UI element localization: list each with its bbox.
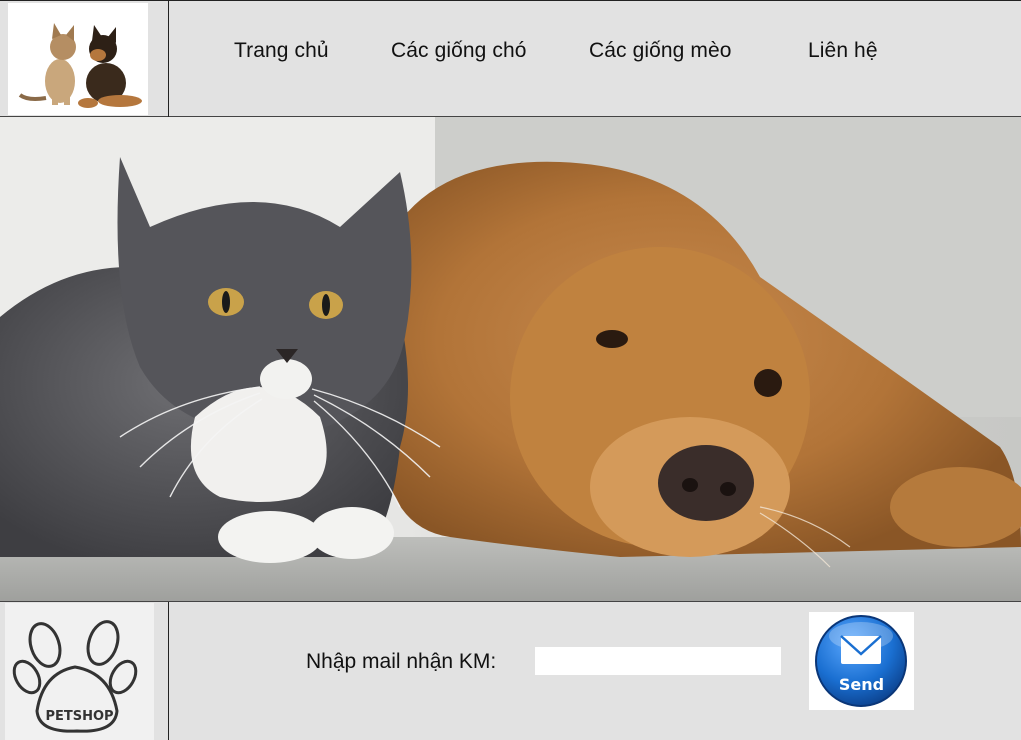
mail-label: Nhập mail nhận KM: [306,650,497,673]
hero-banner [0,117,1021,601]
cat-and-golden-retriever-photo [0,117,1021,601]
nav-cat-breeds-link[interactable]: Các giống mèo [589,39,732,63]
top-navigation-bar: Trang chủ Các giống chó Các giống mèo Li… [0,0,1021,117]
footer-bar: PETSHOP Nhập mail nhận KM: Send [0,601,1021,740]
nav-home-link[interactable]: Trang chủ [234,39,329,63]
nav-contact-link[interactable]: Liên hệ [808,39,878,63]
nav-dog-breeds-link[interactable]: Các giống chó [391,39,527,63]
footer-divider [168,602,169,740]
petshop-logo: PETSHOP [5,603,154,740]
envelope-icon [815,615,907,707]
header-divider [168,1,169,117]
send-button[interactable]: Send [809,612,914,710]
site-logo[interactable] [8,3,148,115]
paw-icon [12,620,138,733]
email-field[interactable] [535,647,781,675]
cat-and-dog-logo-icon [18,23,142,108]
